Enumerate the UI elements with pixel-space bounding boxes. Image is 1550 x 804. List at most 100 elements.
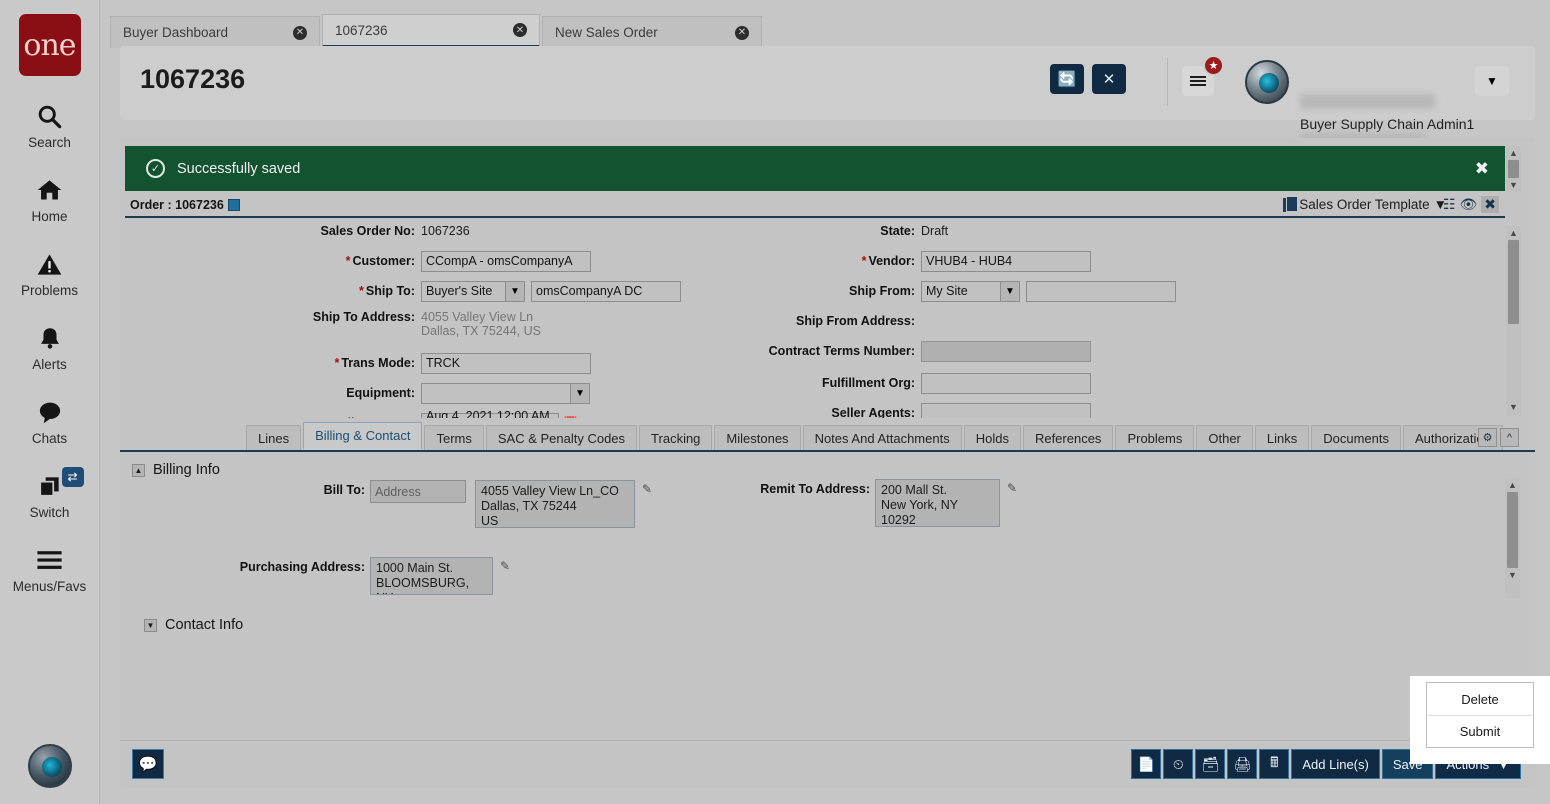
chevron-down-icon[interactable]: ▼ [1001, 281, 1020, 302]
menu-item-submit[interactable]: Submit [1427, 715, 1533, 747]
sidebar-item-search[interactable]: Search [0, 99, 100, 150]
archive-button[interactable]: 🗃 [1195, 749, 1225, 779]
tab-milestones[interactable]: Milestones [714, 425, 800, 450]
close-icon[interactable]: ✕ [513, 23, 527, 37]
pencil-edit-icon[interactable]: ✎ [1007, 479, 1017, 495]
form-left-column: Sales Order No: 1067236 *Customer: CComp… [125, 220, 765, 418]
add-lines-button[interactable]: Add Line(s) [1291, 749, 1379, 779]
menu-item-delete[interactable]: Delete [1427, 683, 1533, 715]
ship-to-site-input[interactable]: omsCompanyA DC [531, 281, 681, 302]
field-label: Seller Agents [831, 406, 910, 418]
hierarchy-icon[interactable]: ☷ [1443, 196, 1456, 213]
sidebar-item-label: Home [31, 209, 67, 224]
browser-tab-buyer-dashboard[interactable]: Buyer Dashboard ✕ [110, 16, 320, 48]
close-icon[interactable]: ✕ [735, 26, 749, 40]
ship-to-type-select[interactable]: Buyer's Site ▼ [421, 281, 525, 302]
contract-terms-number-input[interactable] [921, 341, 1091, 362]
notification-star-badge[interactable]: ★ [1203, 55, 1224, 76]
sidebar-item-menus-favs[interactable]: Menus/Favs [0, 543, 100, 594]
tab-references[interactable]: References [1023, 425, 1113, 450]
sales-order-template-selector[interactable]: Sales Order Template ▼ [1283, 197, 1447, 212]
chevron-down-icon[interactable]: ▼ [506, 281, 525, 302]
user-menu-button[interactable]: ▼ [1475, 66, 1509, 96]
sidebar-item-home[interactable]: Home [0, 173, 100, 224]
collapse-up-icon[interactable]: ^ [1500, 428, 1519, 447]
tab-links[interactable]: Links [1255, 425, 1309, 450]
tab-problems[interactable]: Problems [1115, 425, 1194, 450]
chat-button[interactable]: 💬 [132, 749, 164, 779]
form-scrollbar[interactable]: ▲ ▼ [1506, 226, 1521, 416]
scrollbar-thumb[interactable] [1507, 492, 1518, 568]
vendor-input[interactable]: VHUB4 - HUB4 [921, 251, 1091, 272]
bill-to-type-input[interactable]: Address [370, 480, 466, 503]
request-delivery-date-input[interactable]: Aug 4, 2021 12:00 AM ( [421, 413, 559, 419]
scroll-up-icon[interactable]: ▲ [1506, 226, 1521, 240]
template-icon [1283, 198, 1295, 212]
print-button[interactable]: 🖨 [1227, 749, 1257, 779]
refresh-button[interactable]: 🔄 [1050, 64, 1084, 94]
browser-tab-1067236[interactable]: 1067236 ✕ [322, 14, 540, 48]
ship-from-site-input[interactable] [1026, 281, 1176, 302]
purchasing-address-box[interactable]: 1000 Main St. BLOOMSBURG, NY 10292 [370, 557, 493, 595]
tab-terms[interactable]: Terms [424, 425, 483, 450]
scrollbar-thumb[interactable] [1508, 160, 1519, 178]
collapse-toggle-icon[interactable]: ▲ [132, 464, 145, 477]
banner-close-button[interactable]: ✖ [1475, 159, 1489, 179]
ship-from-type-select[interactable]: My Site ▼ [921, 281, 1020, 302]
scroll-down-icon[interactable]: ▼ [1506, 400, 1521, 414]
user-avatar[interactable] [1245, 60, 1289, 104]
close-page-button[interactable]: ✕ [1092, 64, 1126, 94]
contact-info-section-header[interactable]: ▼ Contact Info [144, 617, 243, 633]
close-icon[interactable]: ✖ [1481, 196, 1499, 213]
equipment-select[interactable]: ▼ [421, 383, 590, 404]
seller-agents-input[interactable] [921, 403, 1091, 419]
tab-label: Milestones [726, 431, 788, 446]
pencil-edit-icon[interactable]: ✎ [500, 557, 510, 573]
tab-other[interactable]: Other [1196, 425, 1253, 450]
sidebar-item-switch[interactable]: ⇄ Switch [0, 469, 100, 520]
eye-icon[interactable]: 👁 [1459, 196, 1477, 213]
customer-input[interactable]: CCompA - omsCompanyA [421, 251, 591, 272]
tab-billing-and-contact[interactable]: Billing & Contact [303, 422, 422, 450]
calculator-button[interactable]: 🖩 [1259, 749, 1289, 779]
banner-scrollbar[interactable]: ▲ ▼ [1506, 146, 1521, 191]
sidebar-item-chats[interactable]: Chats [0, 395, 100, 446]
settings-gear-icon[interactable]: ⚙ [1478, 428, 1497, 447]
tab-holds[interactable]: Holds [964, 425, 1021, 450]
copy-document-button[interactable]: 📄 [1131, 749, 1161, 779]
field-request-delivery-date: *Request Delivery Date: Aug 4, 2021 12:0… [125, 412, 765, 418]
tab-tracking[interactable]: Tracking [639, 425, 712, 450]
tab-documents[interactable]: Documents [1311, 425, 1401, 450]
scroll-up-icon[interactable]: ▲ [1506, 146, 1521, 160]
banner-message: Successfully saved [177, 161, 300, 177]
scroll-down-icon[interactable]: ▼ [1506, 178, 1521, 192]
bill-to-address-box[interactable]: 4055 Valley View Ln_CO Dallas, TX 75244 … [475, 480, 635, 528]
calendar-icon[interactable]: 📅 [563, 416, 578, 419]
pencil-edit-icon[interactable]: ✎ [642, 480, 652, 496]
sidebar-avatar[interactable] [28, 744, 72, 788]
sidebar-item-alerts[interactable]: Alerts [0, 321, 100, 372]
swap-arrows-icon[interactable]: ⇄ [62, 467, 84, 487]
tab-sac-and-penalty-codes[interactable]: SAC & Penalty Codes [486, 425, 637, 450]
browser-tab-new-sales-order[interactable]: New Sales Order ✕ [542, 16, 762, 48]
browser-tab-label: 1067236 [335, 23, 388, 38]
field-value: 1067236 [421, 224, 470, 238]
fulfillment-org-input[interactable] [921, 373, 1091, 394]
expand-toggle-icon[interactable]: ▼ [144, 619, 157, 632]
tab-lines[interactable]: Lines [246, 425, 301, 450]
one-network-logo[interactable]: one [19, 14, 81, 76]
scroll-down-icon[interactable]: ▼ [1505, 568, 1520, 582]
trans-mode-input[interactable]: TRCK [421, 353, 591, 374]
scroll-up-icon[interactable]: ▲ [1505, 478, 1520, 492]
order-badge-icon[interactable] [228, 199, 240, 211]
tab-notes-and-attachments[interactable]: Notes And Attachments [803, 425, 962, 450]
chevron-down-icon[interactable]: ▼ [571, 383, 590, 404]
billing-info-section-header[interactable]: ▲ Billing Info [132, 462, 1535, 478]
remit-to-address-box[interactable]: 200 Mall St. New York, NY 10292 US [875, 479, 1000, 527]
audit-history-button[interactable]: ⏲ [1163, 749, 1193, 779]
close-icon[interactable]: ✕ [293, 26, 307, 40]
sidebar-item-problems[interactable]: Problems [0, 247, 100, 298]
billing-content-scrollbar[interactable]: ▲ ▼ [1505, 478, 1520, 598]
scrollbar-thumb[interactable] [1508, 240, 1519, 324]
field-label: Sales Order No [321, 224, 411, 238]
